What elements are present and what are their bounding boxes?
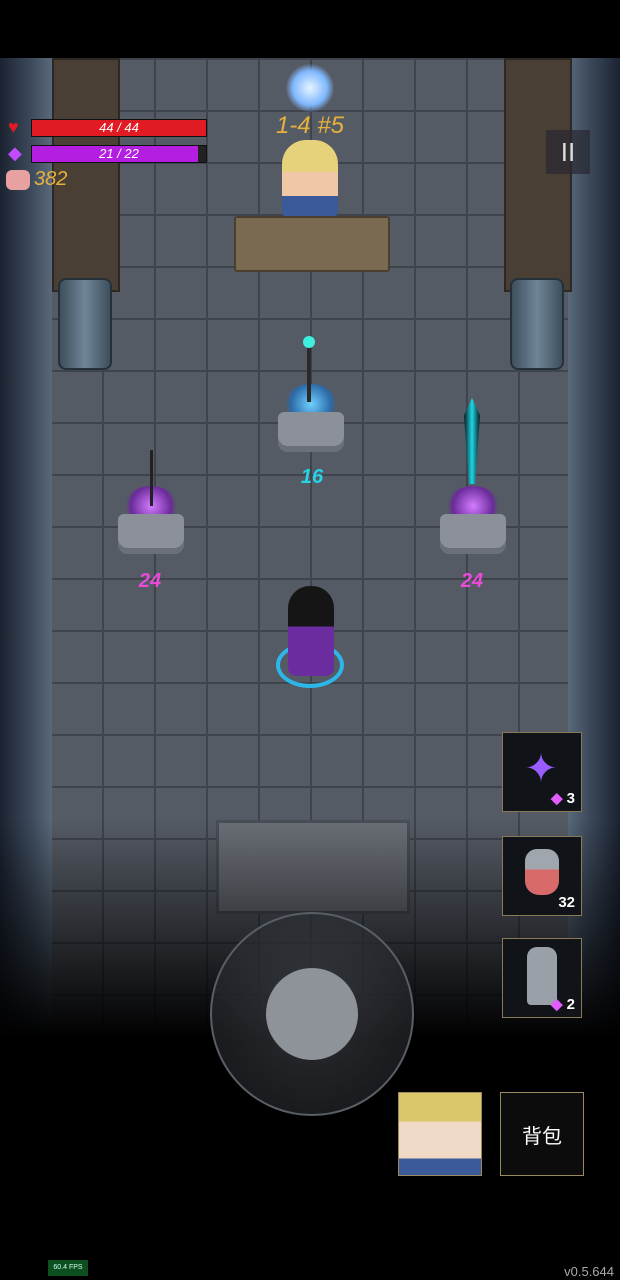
quick-slot-statue[interactable]: ◆ 2 xyxy=(502,938,582,1018)
level-indicator: 1-4 #5 xyxy=(275,112,345,139)
slot-count: 2 xyxy=(566,996,575,1013)
wand-item xyxy=(150,450,153,506)
potion-icon xyxy=(525,849,559,895)
staff-gem-icon xyxy=(303,336,315,348)
magic-orb xyxy=(286,64,334,112)
pig-gold-icon xyxy=(6,170,30,190)
mana-text: 21 / 22 xyxy=(99,146,139,161)
price-label-right: 24 xyxy=(460,570,484,592)
player-character xyxy=(288,586,334,676)
companion-portrait[interactable] xyxy=(398,1092,482,1176)
mana-gem-icon: ◆ xyxy=(8,143,22,163)
barrel-left xyxy=(58,278,112,370)
mana-bar: 21 / 22 xyxy=(31,145,207,163)
version-label: v0.5.644 xyxy=(564,1264,614,1279)
health-text: 44 / 44 xyxy=(99,120,139,135)
quick-slot-shuriken[interactable]: ✦ ◆ 3 xyxy=(502,732,582,812)
joystick-knob[interactable] xyxy=(266,968,358,1060)
gem-icon: ◆ xyxy=(550,996,563,1013)
quick-slot-potion[interactable]: 32 xyxy=(502,836,582,916)
fps-counter: 60.4 FPS xyxy=(48,1260,88,1276)
barrel-right xyxy=(510,278,564,370)
item-pedestal-center[interactable] xyxy=(278,384,344,454)
price-label-left: 24 xyxy=(138,570,162,592)
price-label-center: 16 xyxy=(300,466,324,488)
heart-icon: ♥ xyxy=(8,117,19,137)
shop-table xyxy=(234,216,390,272)
pause-icon: II xyxy=(560,136,576,167)
item-pedestal-right[interactable] xyxy=(440,486,506,556)
bookshelf-right xyxy=(504,58,572,292)
shuriken-icon: ✦ xyxy=(524,747,558,791)
slot-count: 32 xyxy=(558,894,575,911)
staff-item xyxy=(307,340,311,402)
pause-button[interactable]: II xyxy=(546,130,590,174)
health-bar: 44 / 44 xyxy=(31,119,207,137)
backpack-button[interactable]: 背包 xyxy=(500,1092,584,1176)
slot-count: 3 xyxy=(566,790,575,807)
shopkeeper-npc[interactable] xyxy=(282,140,338,220)
virtual-joystick[interactable] xyxy=(210,912,414,1116)
gem-icon: ◆ xyxy=(550,790,563,807)
gold-amount: 382 xyxy=(34,168,68,190)
